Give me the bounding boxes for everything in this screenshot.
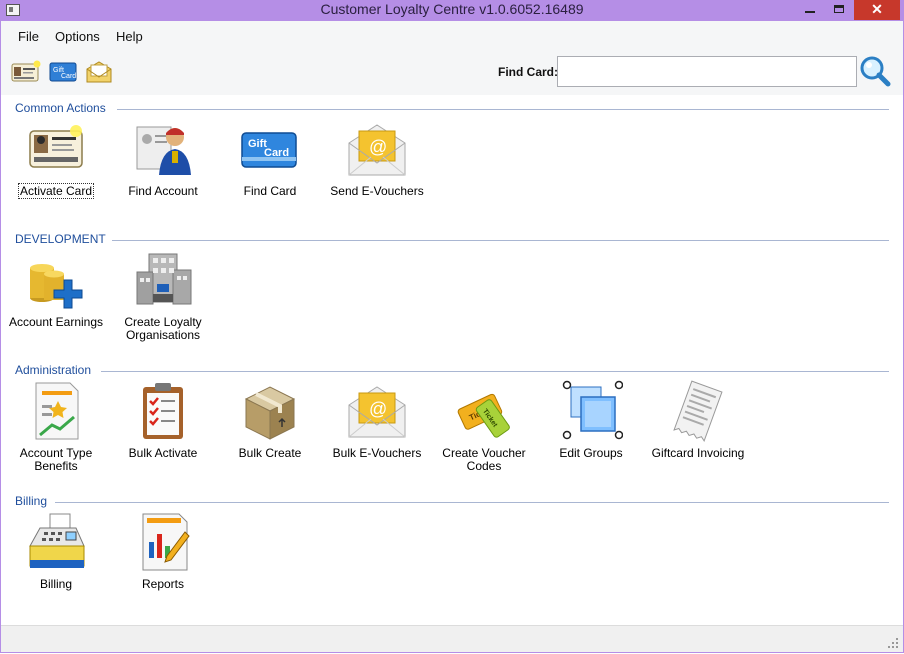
report-chart-icon bbox=[131, 510, 195, 574]
minimize-button[interactable] bbox=[796, 0, 824, 20]
find-account-button[interactable]: Find Account bbox=[109, 117, 217, 198]
id-card-icon bbox=[24, 117, 88, 181]
cash-register-icon bbox=[24, 510, 88, 574]
tile-label: Account Earnings bbox=[8, 315, 104, 329]
tile-label: Find Card bbox=[243, 184, 297, 198]
svg-text:@: @ bbox=[369, 137, 387, 157]
account-earnings-button[interactable]: Account Earnings bbox=[2, 248, 110, 329]
clipboard-checklist-icon bbox=[131, 379, 195, 443]
menu-bar: File Options Help bbox=[1, 21, 903, 51]
client-area: File Options Help Gift Card Find Card: C… bbox=[1, 21, 903, 652]
tile-label: Bulk E-Vouchers bbox=[332, 446, 422, 460]
envelope-icon: @ bbox=[345, 379, 409, 443]
billing-button[interactable]: Billing bbox=[2, 510, 110, 591]
activate-card-icon[interactable] bbox=[11, 60, 41, 84]
box-icon bbox=[238, 379, 302, 443]
tile-label: Find Account bbox=[128, 184, 198, 198]
group-selection-icon bbox=[559, 379, 624, 443]
menu-file[interactable]: File bbox=[18, 29, 39, 44]
section-title: DEVELOPMENT bbox=[15, 232, 112, 246]
tile-label: Create Loyalty Organisations bbox=[124, 315, 202, 342]
envelope-icon: @ bbox=[345, 117, 409, 181]
reports-button[interactable]: Reports bbox=[109, 510, 217, 591]
toolbar: Gift Card Find Card: bbox=[1, 51, 903, 95]
section-title: Common Actions bbox=[15, 101, 112, 115]
create-loyalty-organisations-button[interactable]: Create Loyalty Organisations bbox=[109, 248, 217, 342]
resize-grip-icon[interactable] bbox=[887, 636, 899, 648]
svg-text:Card: Card bbox=[264, 147, 289, 159]
actions-panel: Common Actions Activate Card Find Accoun… bbox=[1, 95, 903, 625]
send-e-vouchers-button[interactable]: @ Send E-Vouchers bbox=[323, 117, 431, 198]
gift-card-icon: Gift Card bbox=[238, 117, 302, 181]
window-title: Customer Loyalty Centre v1.0.6052.16489 bbox=[320, 1, 584, 17]
section-divider bbox=[117, 109, 889, 110]
account-type-benefits-button[interactable]: Account Type Benefits bbox=[2, 379, 110, 473]
coins-plus-icon bbox=[24, 248, 88, 312]
find-card-input[interactable] bbox=[557, 56, 857, 87]
giftcard-invoicing-button[interactable]: Giftcard Invoicing bbox=[644, 379, 752, 460]
section-title: Billing bbox=[15, 494, 54, 508]
section-divider bbox=[103, 240, 889, 241]
bulk-e-vouchers-button[interactable]: @ Bulk E-Vouchers bbox=[323, 379, 431, 460]
tickets-icon: TicketTicket bbox=[452, 379, 516, 443]
gift-card-icon[interactable]: Gift Card bbox=[48, 60, 78, 84]
find-card-label: Find Card: bbox=[498, 65, 558, 79]
bulk-activate-button[interactable]: Bulk Activate bbox=[109, 379, 217, 460]
invoice-icon bbox=[666, 379, 730, 443]
tile-label: Account Type Benefits bbox=[19, 446, 93, 473]
edit-groups-button[interactable]: Edit Groups bbox=[537, 379, 645, 460]
tile-label: Reports bbox=[141, 577, 185, 591]
close-button[interactable]: ✕ bbox=[854, 0, 900, 20]
user-account-icon bbox=[131, 117, 195, 181]
benefits-chart-icon bbox=[24, 379, 88, 443]
e-voucher-icon[interactable] bbox=[84, 60, 114, 84]
tile-label: Edit Groups bbox=[559, 446, 623, 460]
section-divider bbox=[55, 502, 889, 503]
tile-label: Bulk Activate bbox=[128, 446, 198, 460]
activate-card-button[interactable]: Activate Card bbox=[2, 117, 110, 199]
create-voucher-codes-button[interactable]: TicketTicket Create Voucher Codes bbox=[430, 379, 538, 473]
tile-label: Create Voucher Codes bbox=[442, 446, 526, 473]
title-bar[interactable]: Customer Loyalty Centre v1.0.6052.16489 … bbox=[0, 0, 904, 21]
tile-label: Activate Card bbox=[17, 183, 95, 199]
menu-help[interactable]: Help bbox=[116, 29, 143, 44]
svg-text:Card: Card bbox=[61, 73, 76, 80]
app-window: Customer Loyalty Centre v1.0.6052.16489 … bbox=[0, 0, 904, 653]
status-bar bbox=[1, 625, 903, 652]
magnifier-icon[interactable] bbox=[858, 54, 892, 88]
find-card-button[interactable]: Gift Card Find Card bbox=[216, 117, 324, 198]
tile-label: Send E-Vouchers bbox=[330, 184, 424, 198]
building-icon bbox=[131, 248, 195, 312]
menu-options[interactable]: Options bbox=[55, 29, 100, 44]
svg-text:@: @ bbox=[369, 399, 387, 419]
maximize-button[interactable] bbox=[826, 0, 852, 20]
bulk-create-button[interactable]: Bulk Create bbox=[216, 379, 324, 460]
tile-label: Bulk Create bbox=[238, 446, 302, 460]
section-divider bbox=[101, 371, 889, 372]
tile-label: Giftcard Invoicing bbox=[651, 446, 745, 460]
section-title: Administration bbox=[15, 363, 98, 377]
tile-label: Billing bbox=[39, 577, 72, 591]
